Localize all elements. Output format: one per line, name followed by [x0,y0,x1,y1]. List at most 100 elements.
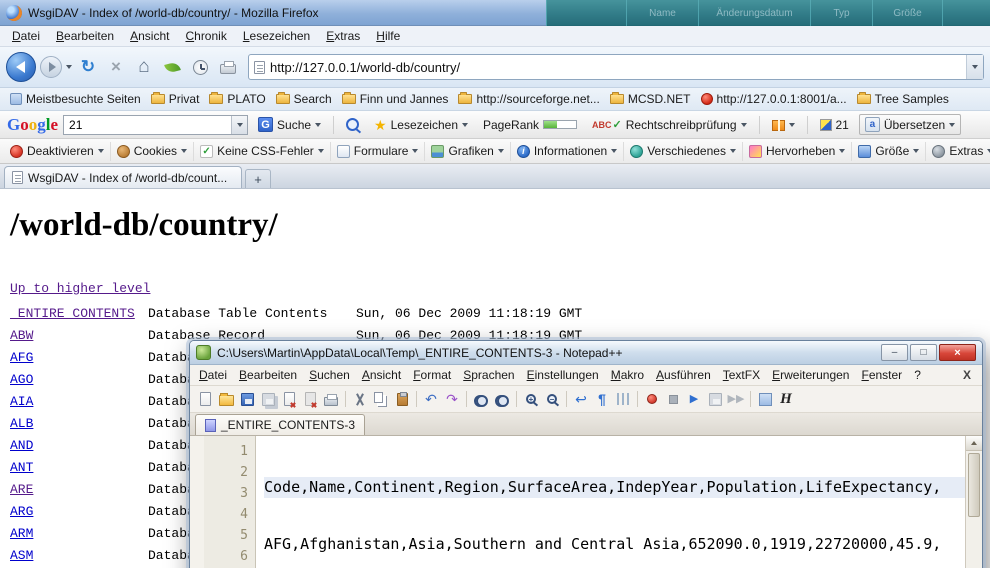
tab-wsgidav[interactable]: WsgiDAV - Index of /world-db/count... [4,166,242,188]
bookmark-tree-samples[interactable]: Tree Samples [852,91,954,107]
close-all-icon[interactable] [300,389,320,409]
editor-text[interactable]: Code,Name,Continent,Region,SurfaceArea,I… [256,436,965,568]
webdev-miscellaneous[interactable]: Verschiedenes [623,142,742,161]
bookmark-most-visited[interactable]: Meistbesuchte Seiten [5,91,146,107]
history-clock-button[interactable] [188,55,212,79]
webdev-disable[interactable]: Deaktivieren [4,142,110,161]
country-link[interactable]: AND [10,438,33,453]
record-macro-icon[interactable] [642,389,662,409]
zoom-out-icon[interactable]: − [542,389,562,409]
npp-menu-help[interactable]: ? [908,366,927,384]
word-wrap-icon[interactable]: ↩ [571,389,591,409]
npp-menu-erweiterungen[interactable]: Erweiterungen [766,366,855,384]
print-button[interactable] [216,55,240,79]
menu-bearbeiten[interactable]: Bearbeiten [48,27,122,45]
country-link[interactable]: ASM [10,548,33,563]
forward-button[interactable] [40,56,62,78]
home-button[interactable]: ⌂ [132,55,156,79]
replace-icon[interactable] [492,389,512,409]
menu-datei[interactable]: Datei [4,27,48,45]
spellcheck-button[interactable]: ABC✓Rechtschreibprüfung [587,116,751,134]
print-icon[interactable] [321,389,341,409]
paste-icon[interactable] [392,389,412,409]
new-file-icon[interactable] [195,389,215,409]
up-to-higher-level-link[interactable]: Up to higher level [10,281,150,296]
npp-menu-einstellungen[interactable]: Einstellungen [521,366,605,384]
bookmark-privat[interactable]: Privat [146,91,205,107]
pagerank-widget[interactable]: PageRank [478,116,582,134]
search-history-dropdown[interactable] [231,116,247,134]
country-link[interactable]: ARG [10,504,33,519]
bookmark-search[interactable]: Search [271,91,337,107]
copy-icon[interactable] [371,389,391,409]
redo-icon[interactable]: ↷ [442,389,462,409]
find-icon[interactable] [471,389,491,409]
minimize-button[interactable]: – [881,344,908,361]
entire-contents-link[interactable]: _ENTIRE_CONTENTS [10,306,135,321]
scrollbar-thumb[interactable] [968,453,980,517]
history-dropdown[interactable] [66,65,72,69]
undo-icon[interactable]: ↶ [421,389,441,409]
open-file-icon[interactable] [216,389,236,409]
zoom-in-icon[interactable]: + [521,389,541,409]
npp-menu-format[interactable]: Format [407,366,457,384]
npp-menu-ausfuehren[interactable]: Ausführen [650,366,717,384]
webdev-css-errors[interactable]: ✓Keine CSS-Fehler [193,142,330,161]
back-button[interactable] [6,52,36,82]
save-all-icon[interactable] [258,389,278,409]
reload-button[interactable]: ↻ [76,55,100,79]
url-input[interactable] [270,60,961,75]
npp-menu-ansicht[interactable]: Ansicht [356,366,407,384]
bookmark-sourceforge[interactable]: http://sourceforge.net... [453,91,604,107]
save-macro-icon[interactable] [705,389,725,409]
npp-menu-bearbeiten[interactable]: Bearbeiten [233,366,303,384]
menu-hilfe[interactable]: Hilfe [368,27,408,45]
url-dropdown-button[interactable] [966,55,983,79]
translate-button[interactable]: aÜbersetzen [859,114,961,135]
close-button[interactable]: × [939,344,976,361]
menu-chronik[interactable]: Chronik [177,27,234,45]
country-link[interactable]: ARM [10,526,33,541]
npp-menu-fenster[interactable]: Fenster [855,366,908,384]
npp-tab-entire-contents[interactable]: _ENTIRE_CONTENTS-3 [195,414,365,435]
webdev-outline[interactable]: Hervorheben [742,142,851,161]
country-link[interactable]: AIA [10,394,33,409]
scroll-up-arrow[interactable] [966,436,982,451]
stop-button[interactable]: × [104,55,128,79]
notepadpp-editor[interactable]: 1 2 3 4 5 6 Code,Name,Continent,Region,S… [190,436,982,568]
country-link[interactable]: AGO [10,372,33,387]
indent-guide-icon[interactable] [613,389,633,409]
country-link[interactable]: ABW [10,328,33,343]
show-all-characters-icon[interactable]: ¶ [592,389,612,409]
notepadpp-titlebar[interactable]: C:\Users\Martin\AppData\Local\Temp\_ENTI… [190,341,982,365]
html-preview-icon[interactable]: H [776,389,796,409]
menu-extras[interactable]: Extras [318,27,368,45]
npp-menu-makro[interactable]: Makro [605,366,650,384]
bookmark-margin[interactable] [190,436,204,568]
country-link[interactable]: ALB [10,416,33,431]
cut-icon[interactable] [350,389,370,409]
webdev-cookies[interactable]: Cookies [110,142,193,161]
new-tab-button[interactable]: + [245,169,271,188]
sendto-button[interactable] [767,116,800,133]
close-file-icon[interactable] [279,389,299,409]
country-link[interactable]: ARE [10,482,33,497]
feed-button[interactable] [160,55,184,79]
maximize-button[interactable]: □ [910,344,937,361]
country-link[interactable]: ANT [10,460,33,475]
menu-ansicht[interactable]: Ansicht [122,27,177,45]
google-bookmarks-button[interactable]: ★Lesezeichen [369,116,473,134]
firefox-titlebar[interactable]: WsgiDAV - Index of /world-db/country/ - … [0,0,990,26]
google-search-button[interactable]: GSuche [253,115,326,134]
run-macro-multiple-icon[interactable]: ▶▶ [726,389,746,409]
webdev-images[interactable]: Grafiken [424,142,509,161]
google-search-input[interactable] [64,118,231,132]
country-link[interactable]: AFG [10,350,33,365]
highlight-button[interactable]: 21 [815,116,854,134]
bookmark-finn-und-jannes[interactable]: Finn und Jannes [337,91,454,107]
webdev-forms[interactable]: Formulare [330,142,425,161]
bookmark-plato[interactable]: PLATO [204,91,270,107]
site-search-button[interactable] [341,116,364,133]
url-bar[interactable] [248,54,984,80]
npp-menu-datei[interactable]: Datei [193,366,233,384]
